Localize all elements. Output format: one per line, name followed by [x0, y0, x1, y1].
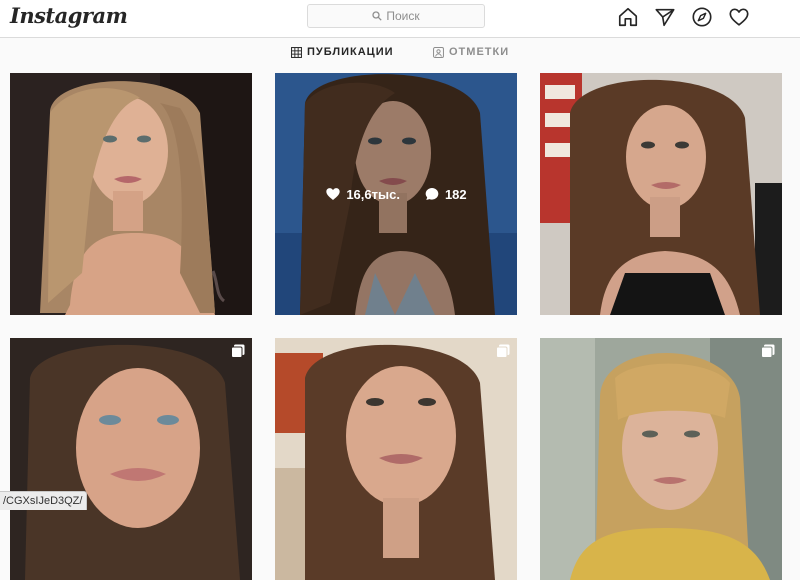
direct-icon[interactable]	[654, 6, 676, 28]
carousel-icon	[496, 344, 510, 358]
post-photo	[10, 338, 252, 580]
likes-count: 16,6тыс.	[325, 186, 400, 202]
search-input[interactable]: Поиск	[307, 4, 485, 28]
tab-tagged-label: ОТМЕТКИ	[449, 46, 510, 58]
post-photo	[540, 73, 782, 315]
comment-icon	[425, 188, 439, 200]
comments-value: 182	[444, 186, 467, 202]
post-hover-overlay: 16,6тыс. 182	[275, 73, 517, 315]
likes-value: 16,6тыс.	[346, 186, 400, 202]
search-placeholder: Поиск	[386, 9, 420, 23]
tab-tagged[interactable]: ОТМЕТКИ	[433, 46, 509, 58]
status-bar-url: /CGXsIJeD3QZ/	[0, 491, 88, 510]
carousel-icon	[761, 344, 775, 358]
post-tile[interactable]	[540, 338, 782, 580]
post-tile[interactable]	[540, 73, 782, 315]
profile-tabs: ПУБЛИКАЦИИ ОТМЕТКИ	[0, 38, 800, 66]
top-navigation-bar: Instagram Поиск	[0, 0, 800, 38]
grid-icon	[291, 46, 302, 58]
post-tile[interactable]	[275, 338, 517, 580]
post-photo	[540, 338, 782, 580]
activity-heart-icon[interactable]	[728, 6, 750, 28]
tagged-icon	[433, 46, 444, 58]
search-icon	[372, 11, 383, 21]
nav-icons	[617, 6, 750, 28]
comments-count: 182	[424, 186, 467, 202]
post-tile[interactable]	[10, 338, 252, 580]
instagram-logo[interactable]: Instagram	[10, 3, 128, 28]
carousel-icon	[231, 344, 245, 358]
post-photo	[275, 338, 517, 580]
home-icon[interactable]	[617, 6, 639, 28]
post-photo	[10, 73, 252, 315]
explore-icon[interactable]	[691, 6, 713, 28]
heart-icon	[326, 188, 340, 200]
tab-publications[interactable]: ПУБЛИКАЦИИ	[291, 46, 394, 58]
tab-publications-label: ПУБЛИКАЦИИ	[307, 46, 394, 58]
post-tile[interactable]	[10, 73, 252, 315]
post-tile[interactable]: 16,6тыс. 182	[275, 73, 517, 315]
